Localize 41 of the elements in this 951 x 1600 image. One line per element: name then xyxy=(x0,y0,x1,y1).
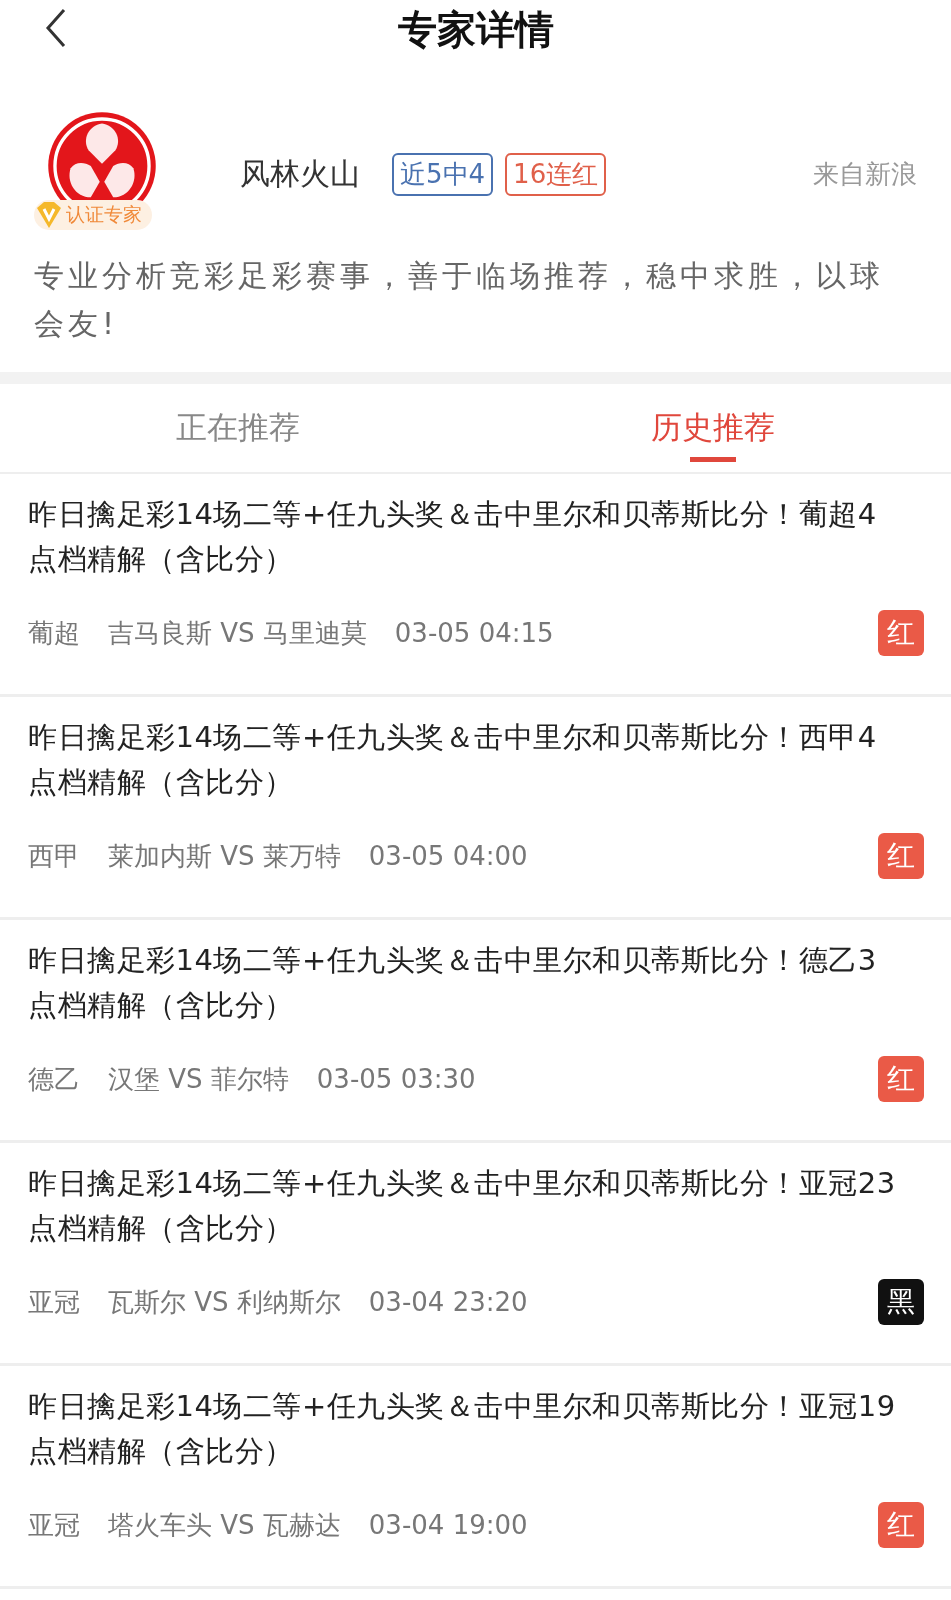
match-time: 03-05 03:30 xyxy=(316,1064,476,1094)
recommendation-title: 昨日擒足彩14场二等+任九头奖＆击中里尔和贝蒂斯比分！西甲4点档精解（含比分） xyxy=(28,719,878,801)
tab[interactable]: 正在推荐 xyxy=(0,384,476,472)
record-tag: 16连红 xyxy=(505,152,607,196)
match-time: 03-05 04:15 xyxy=(394,618,554,648)
match-teams: 塔火车头 VS 瓦赫达 xyxy=(108,1508,341,1542)
v-icon xyxy=(34,200,64,230)
result-badge: 红 xyxy=(878,610,924,656)
back-icon[interactable] xyxy=(44,8,68,48)
match-teams: 汉堡 VS 菲尔特 xyxy=(108,1062,289,1096)
recommendation-title: 昨日擒足彩14场二等+任九头奖＆击中里尔和贝蒂斯比分！德乙3点档精解（含比分） xyxy=(28,942,878,1024)
result-badge: 红 xyxy=(878,1502,924,1548)
league-label: 亚冠 xyxy=(28,1285,80,1319)
recommendation-card[interactable]: 昨日擒足彩14场二等+任九头奖＆击中里尔和贝蒂斯比分！德乙3点档精解（含比分） 德乙 汉堡 VS 菲尔特 03-05 03:30 红 xyxy=(0,920,951,1143)
league-label: 西甲 xyxy=(28,839,80,873)
page-title: 专家详情 xyxy=(397,6,554,54)
expert-bio: 专业分析竞彩足彩赛事，善于临场推荐，稳中求胜，以球会友! xyxy=(34,257,885,343)
result-badge: 黑 xyxy=(878,1279,924,1325)
recommendation-card[interactable]: 昨日擒足彩14场二等+任九头奖＆击中里尔和贝蒂斯比分！亚冠19点档精解（含比分） 亚冠 塔火车头 VS 瓦赫达 03-04 19:00 红 xyxy=(0,1366,951,1589)
recommendation-title: 昨日擒足彩14场二等+任九头奖＆击中里尔和贝蒂斯比分！亚冠19点档精解（含比分） xyxy=(28,1388,897,1470)
match-time: 03-05 04:00 xyxy=(368,841,528,871)
league-label: 亚冠 xyxy=(28,1508,80,1542)
recommendation-title: 昨日擒足彩14场二等+任九头奖＆击中里尔和贝蒂斯比分！葡超4点档精解（含比分） xyxy=(28,496,878,578)
match-time: 03-04 19:00 xyxy=(368,1510,528,1540)
record-tag: 近5中4 xyxy=(392,152,494,196)
recommendation-card[interactable]: 昨日擒足彩14场二等+任九头奖＆击中里尔和贝蒂斯比分！亚冠23点档精解（含比分） 亚冠 瓦斯尔 VS 利纳斯尔 03-04 23:20 黑 xyxy=(0,1143,951,1366)
tab[interactable]: 历史推荐 xyxy=(475,384,951,472)
recommendation-card[interactable]: 昨日擒足彩14场二等+任九头奖＆击中里尔和贝蒂斯比分！葡超4点档精解（含比分） 葡超 吉马良斯 VS 马里迪莫 03-05 04:15 红 xyxy=(0,474,951,697)
recommendation-card[interactable]: 昨日擒足彩14场二等+任九头奖＆击中里尔和贝蒂斯比分！西甲4点档精解（含比分） 西甲 莱加内斯 VS 莱万特 03-05 04:00 红 xyxy=(0,697,951,920)
recommendation-title: 昨日擒足彩14场二等+任九头奖＆击中里尔和贝蒂斯比分！亚冠23点档精解（含比分） xyxy=(28,1165,897,1247)
source-label: 来自新浪 xyxy=(813,157,917,191)
verified-label: 认证专家 xyxy=(66,202,142,227)
result-badge: 红 xyxy=(878,1056,924,1102)
league-label: 德乙 xyxy=(28,1062,80,1096)
match-teams: 吉马良斯 VS 马里迪莫 xyxy=(108,616,367,650)
match-teams: 莱加内斯 VS 莱万特 xyxy=(108,839,341,873)
match-teams: 瓦斯尔 VS 利纳斯尔 xyxy=(108,1285,341,1319)
expert-name: 风林火山 xyxy=(240,154,360,193)
league-label: 葡超 xyxy=(28,616,80,650)
result-badge: 红 xyxy=(878,833,924,879)
match-time: 03-04 23:20 xyxy=(368,1287,528,1317)
